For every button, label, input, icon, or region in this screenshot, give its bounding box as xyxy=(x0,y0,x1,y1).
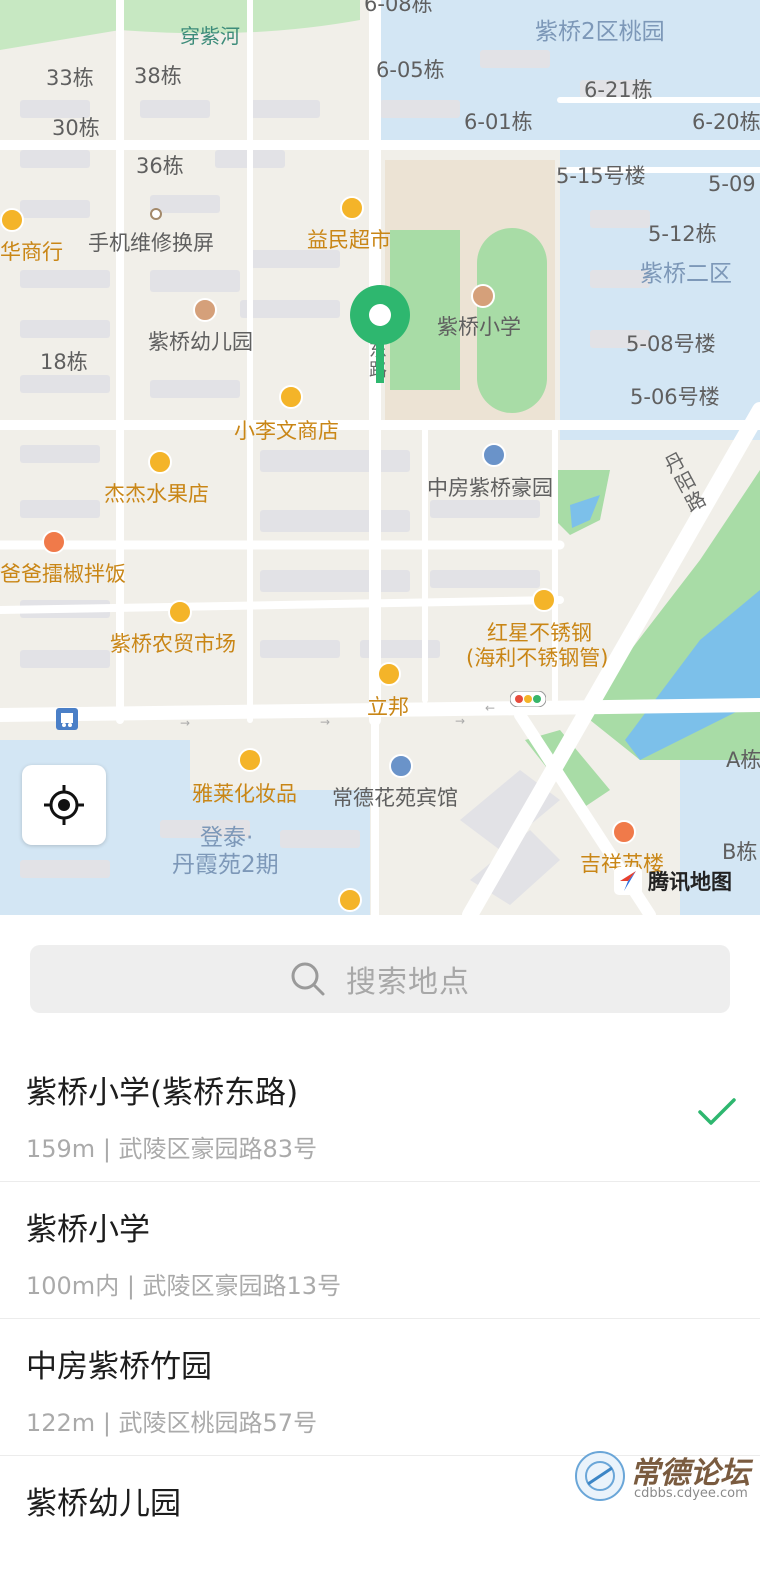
shop-icon xyxy=(168,600,192,624)
poi-label: 小李文商店 xyxy=(234,419,339,443)
area-label: 丹霞苑2期 xyxy=(172,852,279,878)
building-label: 6-05栋 xyxy=(376,58,445,82)
building-label: A栋 xyxy=(726,748,760,772)
location-pin-icon[interactable] xyxy=(348,285,412,385)
area-label: 紫桥2区桃园 xyxy=(535,19,665,45)
poi-label: 中房紫桥豪园 xyxy=(427,476,553,500)
building-label: 5-08号楼 xyxy=(626,332,716,356)
shop-icon xyxy=(377,662,401,686)
building-label: 38栋 xyxy=(134,64,182,88)
bottom-sheet: 搜索地点 紫桥小学(紫桥东路) 159m | 武陵区豪园路83号 紫桥小学 10… xyxy=(0,915,760,1522)
place-name: 紫桥小学 xyxy=(26,1212,150,1248)
poi-label: 手机维修换屏 xyxy=(88,231,214,255)
shop-icon xyxy=(148,450,172,474)
poi-label: (海利不锈钢管) xyxy=(466,646,609,670)
poi-icon xyxy=(150,208,162,220)
forum-logo-icon xyxy=(575,1451,625,1501)
building-label: 33栋 xyxy=(46,66,94,90)
map-brand: 腾讯地图 xyxy=(614,866,732,896)
building-label: 6-01栋 xyxy=(464,110,533,134)
building-label: B栋 xyxy=(722,840,758,864)
shop-icon xyxy=(338,888,362,912)
map-base-layer: → → → ← xyxy=(0,0,760,915)
restaurant-icon xyxy=(612,820,636,844)
list-item[interactable]: 紫桥小学(紫桥东路) 159m | 武陵区豪园路83号 xyxy=(0,1045,760,1182)
map-view[interactable]: → → → ← 穿紫河 33栋 38栋 30栋 36栋 18栋 6-08栋 6-05栋… xyxy=(0,0,760,915)
traffic-light-icon xyxy=(510,691,546,707)
search-placeholder: 搜索地点 xyxy=(346,965,470,1000)
poi-label: 紫桥农贸市场 xyxy=(110,632,236,656)
building-label: 5-09 xyxy=(708,172,756,196)
building-label: 30栋 xyxy=(52,116,100,140)
poi-label: 立邦 xyxy=(367,695,409,719)
search-input[interactable]: 搜索地点 xyxy=(30,945,730,1013)
poi-label: 紫桥幼儿园 xyxy=(148,330,253,354)
shop-icon xyxy=(238,748,262,772)
shopping-cart-icon xyxy=(340,196,364,220)
list-item[interactable]: 紫桥小学 100m内 | 武陵区豪园路13号 xyxy=(0,1182,760,1319)
svg-text:→: → xyxy=(455,714,465,728)
building-label: 5-06号楼 xyxy=(630,385,720,409)
school-icon xyxy=(471,284,495,308)
poi-icon xyxy=(0,208,24,232)
bus-stop-icon xyxy=(56,708,78,730)
forum-watermark: 常德论坛 cdbbs.cdyee.com xyxy=(574,1446,760,1506)
area-label: 紫桥二区 xyxy=(640,261,732,287)
list-item[interactable]: 中房紫桥竹园 122m | 武陵区桃园路57号 xyxy=(0,1319,760,1456)
search-icon xyxy=(291,962,325,996)
svg-text:→: → xyxy=(180,716,190,730)
watermark-url: cdbbs.cdyee.com xyxy=(634,1486,748,1501)
map-brand-label: 腾讯地图 xyxy=(648,870,732,894)
locate-button[interactable] xyxy=(22,765,106,845)
place-detail: 100m内 | 武陵区豪园路13号 xyxy=(26,1272,342,1300)
place-name: 紫桥幼儿园 xyxy=(26,1486,181,1522)
place-detail: 122m | 武陵区桃园路57号 xyxy=(26,1409,318,1437)
shop-icon xyxy=(532,588,556,612)
locate-crosshair-icon xyxy=(44,785,84,825)
building-label: 6-08栋 xyxy=(364,0,433,16)
restaurant-icon xyxy=(42,530,66,554)
tencent-map-logo-icon xyxy=(614,867,642,895)
building-label: 18栋 xyxy=(40,350,88,374)
hotel-icon xyxy=(389,754,413,778)
poi-label: 红星不锈钢 xyxy=(487,621,592,645)
building-label: 5-15号楼 xyxy=(556,164,646,188)
building-label: 6-21栋 xyxy=(584,78,653,102)
building-label: 36栋 xyxy=(136,154,184,178)
poi-label: 紫桥小学 xyxy=(437,315,521,339)
river-label: 穿紫河 xyxy=(180,24,240,48)
building-label: 5-12栋 xyxy=(648,222,717,246)
place-name: 紫桥小学(紫桥东路) xyxy=(26,1075,299,1111)
school-icon xyxy=(193,298,217,322)
building-label: 6-20栋 xyxy=(692,110,760,134)
shop-icon xyxy=(279,385,303,409)
poi-label: 华商行 xyxy=(0,240,63,264)
poi-label: 常德花苑宾馆 xyxy=(332,786,458,810)
place-detail: 159m | 武陵区豪园路83号 xyxy=(26,1135,318,1163)
poi-label: 益民超市 xyxy=(307,228,391,252)
area-label: 登泰· xyxy=(200,825,254,851)
place-name: 中房紫桥竹园 xyxy=(26,1349,212,1385)
poi-label: 雅莱化妆品 xyxy=(192,782,297,806)
svg-text:←: ← xyxy=(485,701,495,715)
home-icon xyxy=(482,443,506,467)
poi-label: 爸爸擂椒拌饭 xyxy=(0,562,126,586)
checkmark-icon xyxy=(698,1098,736,1125)
poi-label: 杰杰水果店 xyxy=(104,482,209,506)
svg-text:→: → xyxy=(320,715,330,729)
